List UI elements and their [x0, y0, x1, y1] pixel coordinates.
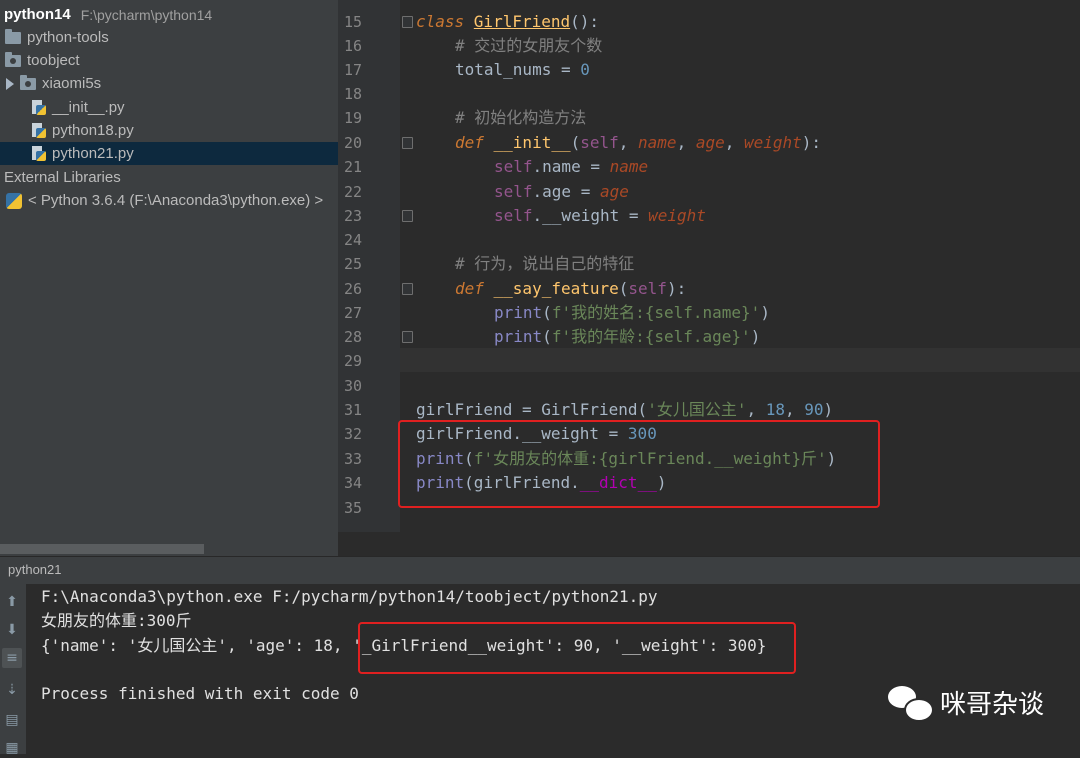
run-toolbar: ⬆ ⬇ ≡ ⇣ ▤ ▦	[0, 584, 26, 756]
fold-marker-icon[interactable]	[402, 16, 413, 28]
fold-marker-icon[interactable]	[402, 331, 413, 343]
line-number: 32	[343, 425, 362, 443]
code-line-31: girlFriend = GirlFriend('女儿国公主', 18, 90)	[416, 400, 834, 419]
tree-item-label: __init__.py	[52, 99, 125, 116]
code-line-22: self.age = age	[494, 182, 629, 201]
console-line: F:\Anaconda3\python.exe F:/pycharm/pytho…	[41, 587, 658, 606]
run-tab-title[interactable]: python21	[8, 562, 62, 577]
python-sdk-icon	[6, 192, 22, 209]
code-line-27: print(f'我的姓名:{self.name}')	[494, 303, 770, 322]
tree-item-python21[interactable]: python21.py	[0, 142, 338, 165]
console-line: 女朋友的体重:300斤	[41, 611, 192, 630]
project-tool-window: python14 F:\pycharm\python14 python-tool…	[0, 0, 338, 556]
line-number: 20	[343, 134, 362, 152]
line-number: 30	[343, 377, 362, 395]
code-line-26: def __say_feature(self):	[455, 279, 687, 298]
horizontal-scrollbar[interactable]	[0, 544, 204, 554]
fold-marker-icon[interactable]	[402, 137, 413, 149]
run-panel-header	[0, 556, 1080, 585]
line-number: 35	[343, 499, 362, 517]
code-line-15: class GirlFriend():	[416, 12, 600, 31]
package-icon	[20, 74, 36, 90]
tree-item-python-tools[interactable]: python-tools	[0, 26, 338, 49]
tree-item-label: < Python 3.6.4 (F:\Anaconda3\python.exe)…	[28, 192, 324, 209]
tree-item-label: python-tools	[27, 29, 109, 46]
line-number: 29	[343, 352, 362, 370]
python-file-icon	[30, 145, 46, 162]
tree-item-xiaomi5s[interactable]: xiaomi5s	[0, 72, 338, 95]
line-number: 22	[343, 183, 362, 201]
expand-arrow-icon[interactable]	[6, 77, 14, 90]
code-line-20: def __init__(self, name, age, weight):	[455, 133, 822, 152]
tree-root[interactable]: python14 F:\pycharm\python14	[0, 3, 338, 26]
tree-item-toobject[interactable]: toobject	[0, 49, 338, 72]
line-number: 26	[343, 280, 362, 298]
line-number: 25	[343, 255, 362, 273]
current-line-highlight	[400, 348, 1080, 372]
line-number: 27	[343, 304, 362, 322]
python-file-icon	[30, 122, 46, 139]
watermark: 咪哥杂谈	[888, 684, 1045, 722]
fold-marker-icon[interactable]	[402, 283, 413, 295]
scroll-up-icon[interactable]: ⬆	[2, 592, 22, 612]
line-number: 28	[343, 328, 362, 346]
code-line-16: # 交过的女朋友个数	[455, 36, 603, 55]
tree-item-label: python21.py	[52, 145, 134, 162]
line-number: 24	[343, 231, 362, 249]
highlight-box-output	[358, 622, 796, 674]
scroll-down-icon[interactable]: ⬇	[2, 620, 22, 640]
scroll-to-end-icon[interactable]: ⇣	[2, 680, 22, 700]
code-line-23: self.__weight = weight	[494, 206, 706, 225]
line-number: 16	[343, 37, 362, 55]
watermark-text: 咪哥杂谈	[940, 690, 1045, 720]
line-number: 18	[343, 85, 362, 103]
code-line-25: # 行为，说出自己的特征	[455, 254, 635, 273]
folder-icon	[5, 28, 21, 44]
package-icon	[5, 51, 21, 67]
tree-item-label: xiaomi5s	[42, 75, 102, 92]
tree-python-sdk[interactable]: < Python 3.6.4 (F:\Anaconda3\python.exe)…	[0, 189, 338, 212]
clear-all-icon[interactable]: ▦	[2, 738, 22, 758]
line-number: 17	[343, 61, 362, 79]
line-number: 33	[343, 450, 362, 468]
soft-wrap-icon[interactable]: ≡	[2, 648, 22, 668]
line-number: 31	[343, 401, 362, 419]
line-number: 15	[343, 13, 362, 31]
console-line: Process finished with exit code 0	[41, 684, 359, 703]
project-root-name: python14	[4, 6, 71, 23]
code-line-21: self.name = name	[494, 157, 649, 176]
project-root-path: F:\pycharm\python14	[80, 6, 213, 23]
tree-external-libraries[interactable]: External Libraries	[0, 166, 338, 189]
tree-item-init-py[interactable]: __init__.py	[0, 96, 338, 119]
line-number: 19	[343, 109, 362, 127]
wechat-icon	[888, 685, 934, 722]
tree-item-python18[interactable]: python18.py	[0, 119, 338, 142]
tree-item-label: toobject	[27, 52, 80, 69]
highlight-box-code	[398, 420, 880, 508]
tree-item-label: External Libraries	[4, 169, 121, 186]
code-line-17: total_nums = 0	[455, 60, 590, 79]
line-number: 23	[343, 207, 362, 225]
line-number: 21	[343, 158, 362, 176]
code-line-19: # 初始化构造方法	[455, 108, 587, 127]
fold-marker-icon[interactable]	[402, 210, 413, 222]
code-line-28: print(f'我的年龄:{self.age}')	[494, 327, 761, 346]
line-number: 34	[343, 474, 362, 492]
python-file-icon	[30, 99, 46, 116]
print-icon[interactable]: ▤	[2, 710, 22, 730]
tree-item-label: python18.py	[52, 122, 134, 139]
